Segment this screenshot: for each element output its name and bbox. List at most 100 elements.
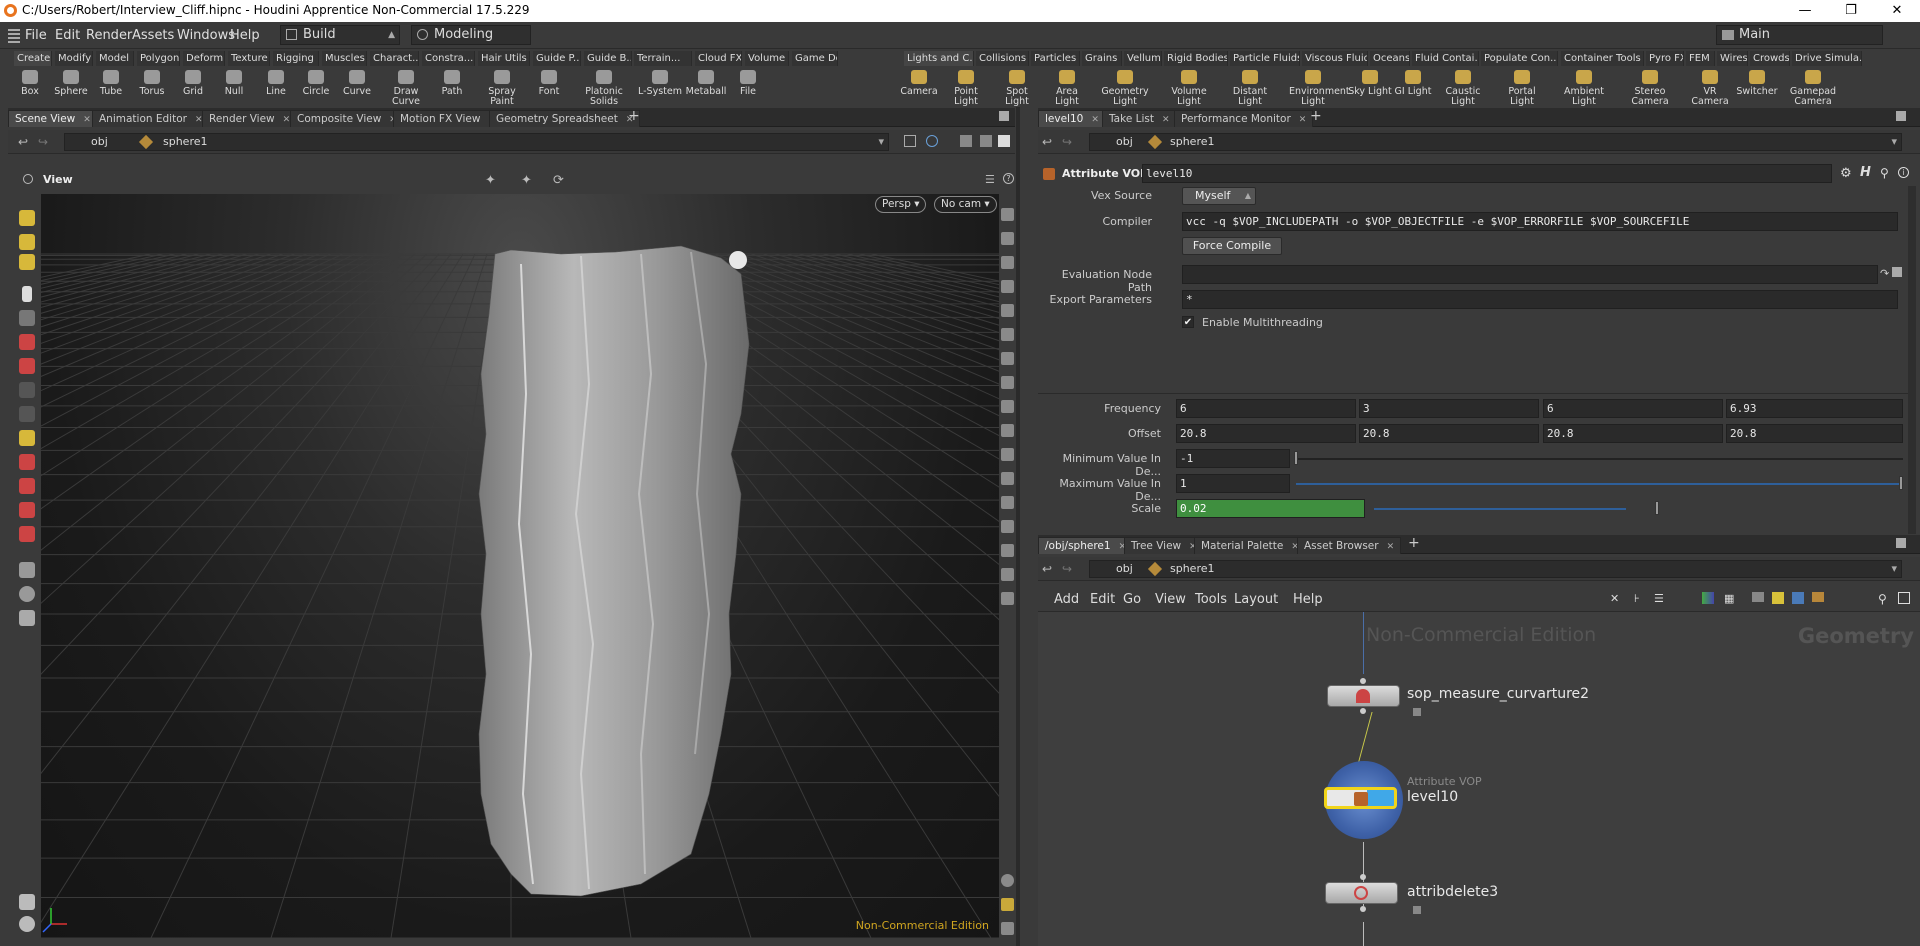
network-box-icon[interactable]	[1752, 592, 1764, 602]
brush-icon[interactable]	[19, 210, 35, 226]
node1-name[interactable]: sop_measure_curvarture2	[1407, 686, 1589, 702]
color-grid-icon[interactable]	[1702, 592, 1714, 604]
template-icon[interactable]	[1001, 256, 1014, 269]
pane-menu-icon[interactable]	[999, 111, 1009, 121]
move-icon[interactable]	[19, 334, 35, 350]
shelf-tab-polygon[interactable]: Polygon	[137, 51, 180, 66]
param-tab-performance-monitor[interactable]: Performance Monitor ✕	[1174, 110, 1314, 127]
menu-assets[interactable]: Assets	[132, 28, 174, 43]
net-path-obj[interactable]: obj	[1116, 561, 1133, 577]
bundle-icon[interactable]	[1812, 592, 1824, 602]
frequency-x-field[interactable]: 6	[1176, 399, 1356, 418]
scene-viewport[interactable]: Non-Commercial Edition	[41, 194, 999, 938]
path-dropdown-icon[interactable]: ▾	[878, 134, 884, 150]
shelf-tool-l-system[interactable]: L-System	[638, 68, 682, 106]
shelf-tab-model[interactable]: Model	[96, 51, 134, 66]
shelf-tab-rigid-bodies[interactable]: Rigid Bodies	[1164, 51, 1228, 66]
net-back-icon[interactable]: ↩	[1042, 562, 1052, 576]
menu-render[interactable]: Render	[86, 28, 132, 43]
geometry-icon[interactable]	[980, 135, 992, 147]
node-name-field[interactable]: level10	[1142, 164, 1832, 183]
shelf-tab-drive-simula[interactable]: Drive Simula...	[1792, 51, 1862, 66]
tree-icon[interactable]: ⊦	[1634, 592, 1640, 605]
net-snapshot-icon[interactable]	[1898, 592, 1910, 604]
pane-splitter[interactable]	[1016, 107, 1020, 946]
node-chooser-icon[interactable]	[1892, 267, 1902, 277]
shelf-tab-guide-p[interactable]: Guide P...	[533, 51, 581, 66]
forward-icon[interactable]: ↪	[38, 135, 48, 149]
net-menu-add[interactable]: Add	[1054, 592, 1079, 607]
list-icon[interactable]: ☰	[1654, 592, 1664, 605]
net-tab-asset-browser[interactable]: Asset Browser ✕	[1297, 537, 1402, 554]
shelf-tool-spray-paint[interactable]: Spray Paint	[480, 68, 524, 107]
node3-name[interactable]: attribdelete3	[1407, 884, 1498, 900]
snap-point-icon[interactable]	[19, 502, 35, 518]
shelf-tab-deform[interactable]: Deform	[183, 51, 225, 66]
point-icon[interactable]	[1001, 328, 1014, 341]
shelf-tab-container-tools[interactable]: Container Tools	[1561, 51, 1644, 66]
param-path-field[interactable]: obj sphere1 ▾	[1089, 133, 1902, 151]
net-menu-view[interactable]: View	[1155, 592, 1186, 607]
shelf-tool-circle[interactable]: Circle	[294, 68, 338, 106]
max-field[interactable]: 1	[1176, 474, 1290, 493]
shelf-tab-terrain[interactable]: Terrain...	[634, 51, 692, 66]
offset-z-field[interactable]: 20.8	[1543, 424, 1723, 443]
render-icon[interactable]	[19, 610, 35, 626]
text-icon[interactable]	[1001, 568, 1014, 581]
shelf-tab-viscous-fluids[interactable]: Viscous Fluids	[1302, 51, 1368, 66]
shelf-tab-constra[interactable]: Constra...	[422, 51, 475, 66]
desktop-right-select[interactable]: Main	[1716, 25, 1883, 45]
shelf-tool-tube[interactable]: Tube	[89, 68, 133, 106]
shelf-tab-fem[interactable]: FEM	[1686, 51, 1715, 66]
grid-view-icon[interactable]: ▦	[1724, 592, 1734, 605]
persp-menu[interactable]: Persp ▾	[875, 196, 927, 213]
scale-slider[interactable]	[1374, 508, 1626, 510]
tools-icon[interactable]: ✕	[1610, 592, 1619, 605]
node1-output-dot[interactable]	[1360, 708, 1366, 714]
network-editor[interactable]: Non-Commercial Edition Geometry sop_meas…	[1038, 612, 1920, 946]
net-menu-help[interactable]: Help	[1293, 592, 1323, 607]
shelf-tab-lights-and-c[interactable]: Lights and C...	[904, 51, 974, 66]
path-obj[interactable]: obj	[91, 134, 108, 150]
view-gear-icon[interactable]	[23, 174, 33, 184]
shelf-tool-caustic-light[interactable]: Caustic Light	[1439, 68, 1487, 107]
scale-field[interactable]: 0.02	[1176, 499, 1365, 518]
node-attribdelete3[interactable]	[1325, 882, 1398, 904]
shelf-tab-fluid-contai[interactable]: Fluid Contai...	[1412, 51, 1479, 66]
max-slider-handle[interactable]	[1899, 476, 1903, 490]
param-tab-level10[interactable]: level10 ✕	[1038, 110, 1106, 127]
minimize-button[interactable]: —	[1782, 0, 1828, 22]
search-icon[interactable]: ⚲	[1880, 166, 1889, 180]
tab-close-icon[interactable]: ✕	[1162, 115, 1170, 125]
back-icon[interactable]: ↩	[18, 135, 28, 149]
scene-tab-render-view[interactable]: Render View ✕	[202, 110, 298, 127]
shelf-tool-volume-light[interactable]: Volume Light	[1165, 68, 1213, 107]
select-arrow-icon[interactable]	[22, 286, 32, 302]
hscript-icon[interactable]: H	[1860, 165, 1871, 180]
offset-x-field[interactable]: 20.8	[1176, 424, 1356, 443]
normal-icon[interactable]	[1001, 352, 1014, 365]
shelf-tool-curve[interactable]: Curve	[335, 68, 379, 106]
tab-close-icon[interactable]: ✕	[1091, 115, 1099, 125]
shelf-tab-volume[interactable]: Volume	[745, 51, 789, 66]
net-tab-obj-sphere1[interactable]: /obj/sphere1 ✕	[1038, 537, 1134, 554]
shelf-tab-oceans[interactable]: Oceans	[1370, 51, 1410, 66]
display-icon[interactable]	[960, 135, 972, 147]
net-pane-menu-icon[interactable]	[1896, 538, 1906, 548]
camera-rotate-icon[interactable]: ✦	[521, 173, 532, 188]
shelf-tab-charact[interactable]: Charact...	[370, 51, 419, 66]
camera-icon[interactable]	[19, 562, 35, 578]
shelf-tab-hair-utils[interactable]: Hair Utils	[478, 51, 530, 66]
pencil-icon[interactable]	[19, 234, 35, 250]
net-tab-material-palette[interactable]: Material Palette ✕	[1194, 537, 1306, 554]
param-tab-take-list[interactable]: Take List ✕	[1102, 110, 1177, 127]
help-icon[interactable]: ?	[1003, 173, 1014, 184]
shelf-tool-sky-light[interactable]: Sky Light	[1346, 68, 1394, 106]
bbox-icon[interactable]	[1001, 520, 1014, 533]
prim-nums-icon[interactable]	[1001, 496, 1014, 509]
snap-prim-icon[interactable]	[19, 478, 35, 494]
add-tab-icon[interactable]: +	[628, 108, 640, 124]
headlight-icon[interactable]	[19, 916, 35, 932]
shelf-tool-environment-light[interactable]: Environment Light	[1289, 68, 1350, 107]
shelf-tab-guide-b[interactable]: Guide B...	[584, 51, 632, 66]
